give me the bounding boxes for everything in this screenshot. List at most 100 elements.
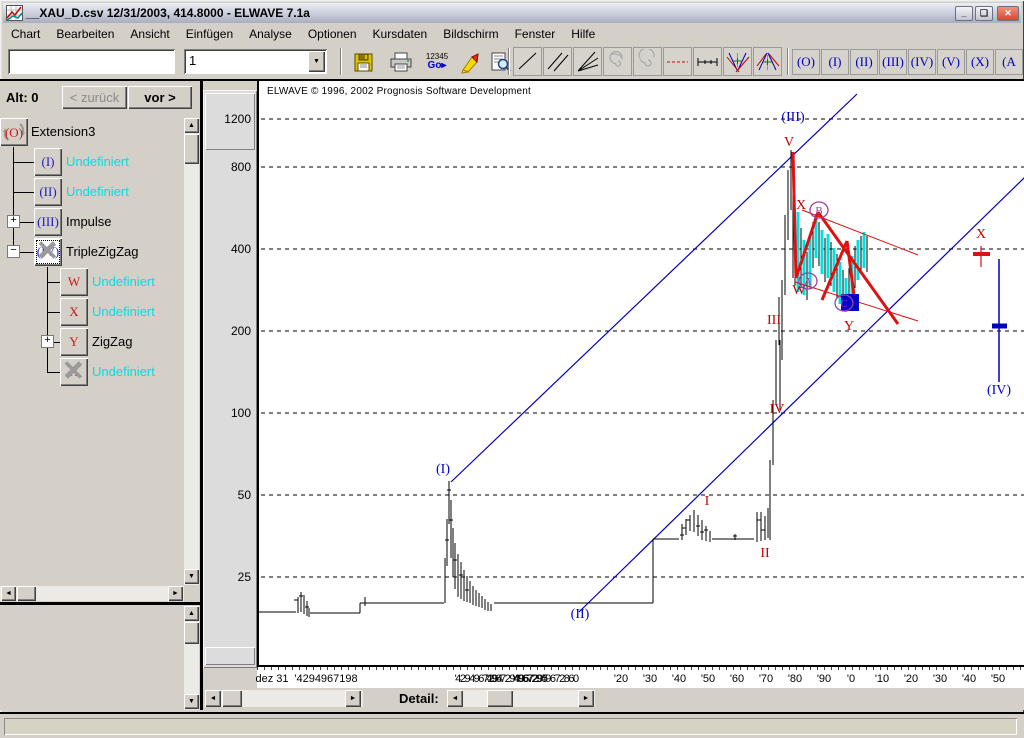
- chart-hscroll-thumb[interactable]: [222, 690, 242, 707]
- menu-item-chart[interactable]: Chart: [3, 25, 48, 43]
- tree-node-symbol-IV[interactable]: (IV): [34, 238, 62, 266]
- detail-scroll-track[interactable]: [447, 690, 595, 707]
- price-axis[interactable]: 12008004002001005025: [203, 90, 257, 668]
- menu-item-kursdaten[interactable]: Kursdaten: [365, 25, 436, 43]
- wave-labels: (III)VXWYIIIIVIII(I)(II)X(IV): [436, 110, 1011, 622]
- tree-node-symbol-X[interactable]: X: [60, 298, 88, 326]
- menu-item-ansicht[interactable]: Ansicht: [122, 25, 177, 43]
- tree-expander-collapsed[interactable]: +: [41, 335, 54, 348]
- gridlines: [261, 119, 1024, 577]
- dashed-line-tool-button[interactable]: [663, 47, 692, 76]
- channel-down-tool-button[interactable]: [723, 47, 752, 76]
- go-to-wave-button[interactable]: 12345 Go▸: [423, 48, 451, 75]
- menu-item-analyse[interactable]: Analyse: [241, 25, 300, 43]
- time-axis-label: '50: [991, 673, 1005, 685]
- print-button[interactable]: [387, 48, 415, 75]
- tree-node-symbol-I[interactable]: (I): [34, 148, 62, 176]
- back-button[interactable]: < zurück: [62, 86, 127, 109]
- menu-item-einfügen[interactable]: Einfügen: [178, 25, 241, 43]
- menu-item-bildschirm[interactable]: Bildschirm: [435, 25, 506, 43]
- wave-label-III: (III): [781, 110, 805, 125]
- menu-item-optionen[interactable]: Optionen: [300, 25, 365, 43]
- wave-button-V[interactable]: (V): [937, 49, 965, 75]
- trendline-tool-button[interactable]: [513, 47, 542, 76]
- wave-tree: (O) Extension3 (I) Undefiniert (II) Undefinie…: [0, 118, 183, 585]
- symbol-input[interactable]: [8, 49, 175, 74]
- tree-node-symbol-X[interactable]: X: [60, 358, 88, 386]
- tree-node-label[interactable]: ZigZag: [92, 334, 132, 349]
- wave-button-III[interactable]: (III): [879, 49, 907, 75]
- time-axis-label: '90: [817, 673, 831, 685]
- wave-button-IV[interactable]: (IV): [908, 49, 936, 75]
- tree-expander-collapsed[interactable]: +: [7, 215, 20, 228]
- tree-node-label[interactable]: TripleZigZag: [66, 244, 138, 259]
- lower-vscroll-up-arrow[interactable]: ▲: [184, 606, 199, 621]
- tree-node-symbol-II[interactable]: (II): [34, 178, 62, 206]
- menu-item-hilfe[interactable]: Hilfe: [563, 25, 603, 43]
- alternative-counter: Alt: 0: [6, 90, 39, 105]
- tree-node-symbol-Y[interactable]: Y: [60, 328, 88, 356]
- window-title: __XAU_D.csv 12/31/2003, 414.8000 - ELWAV…: [26, 6, 953, 20]
- tree-vscroll-down-arrow[interactable]: ▼: [184, 569, 199, 584]
- tree-vscroll-thumb[interactable]: [184, 134, 199, 164]
- tree-node-label[interactable]: Undefiniert: [66, 154, 129, 169]
- title-bar[interactable]: __XAU_D.csv 12/31/2003, 414.8000 - ELWAV…: [3, 3, 1021, 23]
- chart-hscroll-right-arrow[interactable]: ►: [345, 690, 361, 707]
- svg-text:(O): (O): [5, 125, 23, 140]
- tree-hscroll-right-arrow[interactable]: ►: [168, 586, 183, 601]
- price-axis-thumb-bottom[interactable]: [205, 647, 255, 665]
- chart-hscroll-left-arrow[interactable]: ◄: [205, 690, 221, 707]
- measure-icon: [695, 49, 720, 74]
- detail-scroll-right-arrow[interactable]: ►: [578, 690, 594, 707]
- tree-connector: [47, 282, 60, 283]
- chart-plot-area[interactable]: ELWAVE © 1996, 2002 Prognosis Software D…: [257, 81, 1024, 665]
- lower-vscroll-thumb[interactable]: [184, 622, 199, 644]
- tree-node-label[interactable]: Undefiniert: [92, 304, 155, 319]
- minimize-button[interactable]: _: [955, 6, 973, 21]
- tree-node-symbol-O[interactable]: (O): [0, 118, 28, 146]
- tree-vscroll-track[interactable]: [184, 118, 199, 585]
- tree-hscroll-left-arrow[interactable]: ◄: [1, 586, 16, 601]
- measure-tool-button[interactable]: [693, 47, 722, 76]
- wave-label-X: X: [976, 227, 986, 242]
- detail-scroll-left-arrow[interactable]: ◄: [447, 690, 463, 707]
- tree-node-label[interactable]: Extension3: [31, 124, 95, 139]
- time-axis-label: '20: [904, 673, 918, 685]
- wave-button-O[interactable]: (O): [792, 49, 820, 75]
- close-button[interactable]: ✕: [997, 6, 1019, 21]
- spiral-circle-icon: [635, 49, 660, 74]
- tree-hscroll-thumb[interactable]: [17, 586, 36, 601]
- tree-node-label[interactable]: Undefiniert: [92, 274, 155, 289]
- wave-button-I[interactable]: (I): [821, 49, 849, 75]
- wave-label-II: (II): [571, 607, 590, 622]
- menu-item-fenster[interactable]: Fenster: [507, 25, 564, 43]
- time-axis-label: '30: [933, 673, 947, 685]
- tree-vscroll-up-arrow[interactable]: ▲: [184, 118, 199, 133]
- tree-node-label[interactable]: Undefiniert: [66, 184, 129, 199]
- forward-button[interactable]: vor >: [128, 86, 192, 109]
- time-axis-label: '0: [847, 673, 855, 685]
- fan-lines-tool-button[interactable]: [573, 47, 602, 76]
- menu-item-bearbeiten[interactable]: Bearbeiten: [48, 25, 122, 43]
- restore-button[interactable]: ❏: [975, 6, 993, 21]
- lower-vscroll-down-arrow[interactable]: ▼: [184, 694, 199, 709]
- interval-combobox[interactable]: 1 ▼: [184, 49, 327, 74]
- channel-up-icon: [755, 49, 780, 74]
- combobox-dropdown-button[interactable]: ▼: [308, 51, 325, 72]
- wave-button-II[interactable]: (II): [850, 49, 878, 75]
- tree-node-label[interactable]: Impulse: [66, 214, 112, 229]
- save-button[interactable]: [349, 48, 377, 75]
- spiral-tool-button[interactable]: [603, 47, 632, 76]
- tree-node-symbol-III[interactable]: (III): [34, 208, 62, 236]
- channel-up-tool-button[interactable]: [753, 47, 782, 76]
- parallel-lines-tool-button[interactable]: [543, 47, 572, 76]
- detail-scroll-thumb[interactable]: [487, 690, 513, 707]
- wave-button-A[interactable]: (A: [995, 49, 1023, 75]
- wave-button-X[interactable]: (X): [966, 49, 994, 75]
- tree-node-label[interactable]: Undefiniert: [92, 364, 155, 379]
- tree-expander-expanded[interactable]: −: [7, 245, 20, 258]
- wave-label-II: II: [760, 546, 770, 561]
- tree-node-symbol-W[interactable]: W: [60, 268, 88, 296]
- spiral-circle-tool-button[interactable]: [633, 47, 662, 76]
- highlight-pen-button[interactable]: [456, 48, 484, 75]
